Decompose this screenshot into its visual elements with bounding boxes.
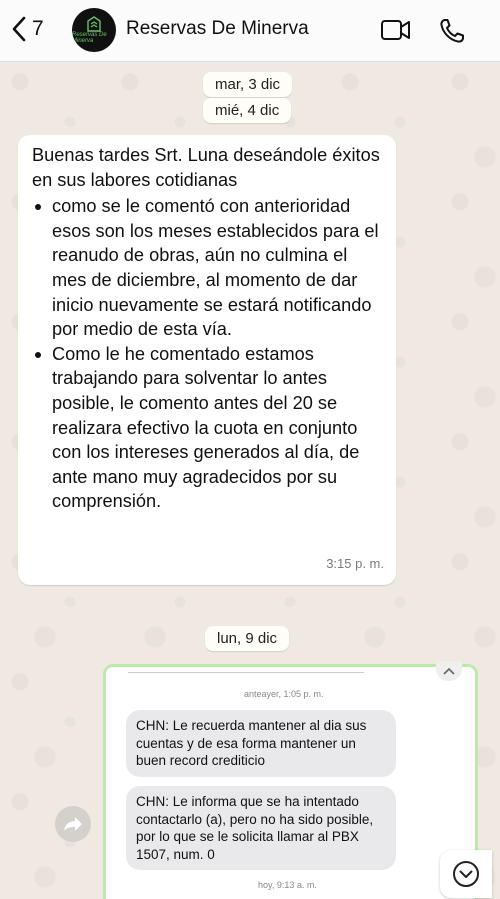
video-call-icon[interactable] [380, 17, 412, 43]
attachment-timestamp: hoy, 9:13 a. m. [258, 880, 317, 890]
back-button[interactable]: 7 [12, 16, 44, 42]
building-logo-icon [87, 16, 101, 32]
message-bullet: como se le comentó con anterioridad esos… [32, 194, 382, 342]
date-separator: lun, 9 dic [205, 626, 290, 651]
message-bullet-list: como se le comentó con anterioridad esos… [32, 194, 382, 514]
sms-bubble: CHN: Le recuerda mantener al dia sus cue… [126, 710, 396, 777]
forward-arrow-icon [64, 817, 82, 831]
chevron-down-circle-icon [453, 861, 479, 887]
contact-name[interactable]: Reservas De Minerva [126, 18, 309, 40]
sms-bubble: CHN: Le informa que se ha intentado cont… [126, 786, 396, 870]
message-time: 3:15 p. m. [326, 556, 384, 572]
attachment-timestamp: anteayer, 1:05 p. m. [244, 689, 324, 699]
avatar-logo-text: Reservas De Minerva [72, 32, 107, 44]
contact-avatar[interactable]: Reservas De Minerva [72, 8, 116, 52]
incoming-message-bubble[interactable]: Buenas tardes Srt. Luna deseándole éxito… [18, 135, 396, 585]
phone-call-icon[interactable] [438, 17, 466, 45]
forward-button[interactable] [55, 806, 91, 842]
scroll-to-bottom-button[interactable] [440, 850, 492, 898]
attachment-divider [128, 672, 364, 673]
date-separator: mar, 3 dic [203, 72, 293, 97]
unread-count: 7 [32, 17, 44, 40]
message-intro: Buenas tardes Srt. Luna deseándole éxito… [32, 145, 380, 190]
chat-header: 7 Reservas De Minerva Reservas De Minerv… [0, 0, 500, 62]
back-chevron-icon [12, 16, 26, 42]
date-separator: mié, 4 dic [203, 98, 292, 123]
chevron-up-icon [443, 667, 455, 675]
message-bullet: Como le he comentado estamos trabajando … [32, 342, 382, 514]
